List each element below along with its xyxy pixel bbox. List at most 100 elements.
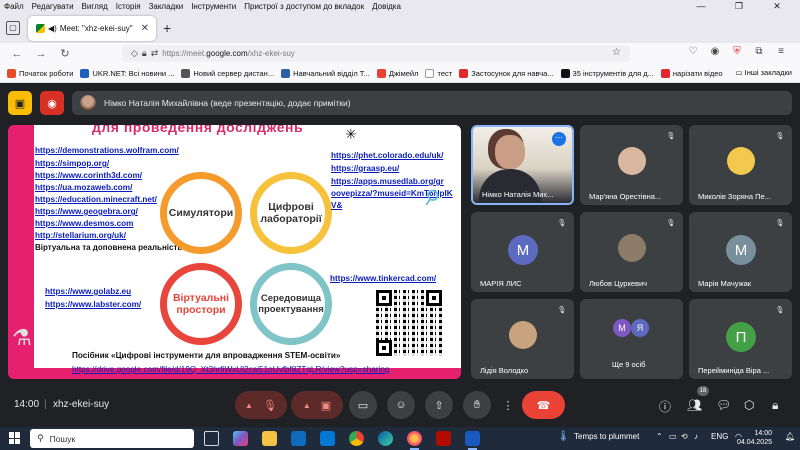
- notifications-icon[interactable]: 🔔︎: [785, 432, 795, 441]
- menu-tools[interactable]: Інструменти: [191, 2, 236, 11]
- participant-tile[interactable]: 🎙︎ П Перейминіда Віра ...: [689, 299, 792, 379]
- store-icon[interactable]: [320, 431, 335, 446]
- url-bar[interactable]: ◇ 🔒︎ ⇄ https://meet.google.com/xhz-ekei-…: [122, 45, 630, 62]
- link[interactable]: https://www.corinth3d.com/: [35, 171, 142, 180]
- present-button[interactable]: ⇧: [425, 391, 453, 419]
- edge-icon[interactable]: [378, 431, 393, 446]
- taskbar-search[interactable]: ⚲ Пошук: [30, 429, 194, 448]
- menu-view[interactable]: Вигляд: [82, 2, 108, 11]
- task-view-icon[interactable]: [204, 431, 219, 446]
- language-indicator[interactable]: ENG: [711, 432, 728, 441]
- restore-icon[interactable]: ❐: [724, 0, 754, 13]
- folder-tray-icon[interactable]: ▭: [669, 432, 677, 441]
- firefox-icon[interactable]: [407, 431, 422, 450]
- menu-help[interactable]: Довідка: [372, 2, 401, 11]
- participant-tile[interactable]: 🎙︎ Любов Цуркевич: [580, 212, 683, 292]
- menu-devices[interactable]: Пристрої з доступом до вкладок: [244, 2, 364, 11]
- clock[interactable]: 14:00 04.04.2025: [728, 429, 772, 447]
- bookmark-item[interactable]: Джімейл: [376, 68, 418, 78]
- outlook-icon[interactable]: [291, 431, 306, 446]
- close-window-icon[interactable]: ✕: [762, 0, 792, 13]
- participant-tile[interactable]: 🎙︎ М Марія Мачужак: [689, 212, 792, 292]
- minimize-icon[interactable]: —: [686, 0, 716, 13]
- link[interactable]: https://www.golabz.eu: [45, 287, 131, 296]
- bookmark-item[interactable]: Початок роботи: [7, 68, 73, 78]
- tab-meet[interactable]: ◀) Meet: "xhz-ekei-suy" ✕: [28, 16, 156, 41]
- bookmark-item[interactable]: Застосунок для навча...: [459, 68, 554, 78]
- back-icon[interactable]: ←: [10, 48, 24, 60]
- participant-tile[interactable]: ⋯ Німко Наталія Мих...: [471, 125, 574, 205]
- host-controls-icon[interactable]: 🔒︎: [772, 398, 778, 413]
- mic-toggle-button[interactable]: ▲ 🎙︎: [235, 391, 287, 419]
- permissions-icon[interactable]: ⇄: [151, 48, 159, 59]
- drive-link[interactable]: https://drive.google.com/file/d/19Q_Xt3h…: [72, 365, 389, 374]
- more-options-button[interactable]: ⋮: [500, 391, 516, 419]
- menu-icon[interactable]: ≡: [770, 46, 792, 57]
- copilot-icon[interactable]: [233, 431, 248, 446]
- bookmark-item[interactable]: 35 інструментів для д...: [560, 68, 654, 78]
- menu-edit[interactable]: Редагувати: [32, 2, 74, 11]
- close-tab-icon[interactable]: ✕: [141, 23, 149, 34]
- participant-tile[interactable]: 🎙︎ Лідія Володко: [471, 299, 574, 379]
- link[interactable]: https://demonstrations.wolfram.com/: [35, 146, 179, 155]
- chat-icon[interactable]: 💬︎: [716, 398, 731, 412]
- camera-toggle-button[interactable]: ▲ ▣: [291, 391, 343, 419]
- menu-file[interactable]: Файл: [4, 2, 24, 11]
- extensions-icon[interactable]: ⧉: [748, 46, 770, 57]
- lock-icon[interactable]: 🔒︎: [142, 48, 147, 59]
- menu-history[interactable]: Історія: [116, 2, 141, 11]
- shield-outline-icon[interactable]: ◇: [131, 48, 138, 59]
- chevron-up-icon[interactable]: ▲: [303, 401, 311, 410]
- extension-shield-icon[interactable]: ⛨: [726, 46, 748, 57]
- bookmark-item[interactable]: нарізати відео: [660, 68, 723, 78]
- leave-call-button[interactable]: ☎: [522, 391, 565, 419]
- link[interactable]: https://www.desmos.com: [35, 219, 133, 228]
- speaker-icon[interactable]: ◀): [48, 24, 57, 33]
- volume-icon[interactable]: ♪: [694, 432, 698, 441]
- record-icon[interactable]: ◉: [40, 91, 64, 115]
- weather-text[interactable]: Temps to plummet: [574, 432, 639, 441]
- participant-tile[interactable]: 🎙︎ Мар'яна Орестівна...: [580, 125, 683, 205]
- link[interactable]: https://ua.mozaweb.com/: [35, 183, 132, 192]
- chrome-icon[interactable]: [349, 431, 364, 446]
- link[interactable]: https://www.geogebra.org/: [35, 207, 138, 216]
- link[interactable]: https://phet.colorado.edu/uk/: [331, 151, 443, 160]
- present-icon[interactable]: ▣: [8, 91, 32, 115]
- link[interactable]: http://stellarium.org/uk/: [35, 231, 126, 240]
- bookmark-item[interactable]: тест: [425, 68, 452, 78]
- file-explorer-icon[interactable]: [262, 431, 277, 446]
- bookmark-star-icon[interactable]: ☆: [612, 47, 621, 58]
- new-tab-icon[interactable]: +: [163, 20, 171, 36]
- participant-tile[interactable]: 🎙︎ Миколів Зоряна Пе...: [689, 125, 792, 205]
- link[interactable]: https://www.tinkercad.com/: [330, 274, 436, 283]
- link[interactable]: https://education.minecraft.net/: [35, 195, 157, 204]
- acrobat-icon[interactable]: [436, 431, 451, 446]
- link[interactable]: https://www.labster.com/: [45, 300, 141, 309]
- bookmark-item[interactable]: Новий сервер дистан...: [181, 68, 274, 78]
- raise-hand-button[interactable]: ✋︎: [463, 391, 491, 419]
- more-participants-tile[interactable]: М Я Ще 9 осіб: [580, 299, 683, 379]
- link[interactable]: https://simpop.org/: [35, 159, 109, 168]
- other-bookmarks[interactable]: ▭ Інші закладки: [735, 68, 792, 77]
- participant-tile[interactable]: 🎙︎ М МАРІЯ ЛИС: [471, 212, 574, 292]
- captions-button[interactable]: ▭: [349, 391, 377, 419]
- people-icon[interactable]: 👥︎: [687, 398, 702, 412]
- account-icon[interactable]: ◉: [704, 46, 726, 57]
- link[interactable]: V&: [331, 201, 342, 210]
- pocket-icon[interactable]: ♡: [682, 46, 704, 57]
- chevron-up-icon[interactable]: ▲: [245, 401, 253, 410]
- tray-chevron-icon[interactable]: ⌃: [656, 432, 663, 441]
- forward-icon[interactable]: →: [34, 48, 48, 60]
- link[interactable]: https://graasp.eu/: [331, 164, 399, 173]
- bookmark-item[interactable]: Навчальний відділ Т...: [281, 68, 370, 78]
- emoji-button[interactable]: ☺: [387, 391, 415, 419]
- info-icon[interactable]: ⓘ: [659, 398, 671, 415]
- windows-start-icon[interactable]: [9, 432, 21, 444]
- network-icon[interactable]: ⟲: [681, 432, 688, 441]
- reload-icon[interactable]: ↻: [58, 47, 72, 60]
- activities-icon[interactable]: ⬡: [744, 398, 754, 412]
- more-options-icon[interactable]: ⋯: [552, 132, 566, 146]
- tab-list-icon[interactable]: ▢: [6, 21, 20, 35]
- menu-bookmarks[interactable]: Закладки: [149, 2, 184, 11]
- word-icon[interactable]: [465, 431, 480, 450]
